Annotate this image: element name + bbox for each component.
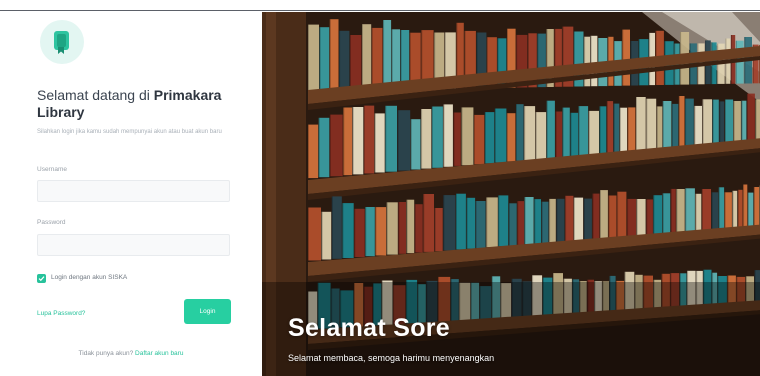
- siska-checkbox-label[interactable]: Login dengan akun SISKA: [51, 274, 127, 281]
- password-label: Password: [37, 219, 66, 226]
- welcome-prefix: Selamat datang di: [37, 87, 150, 103]
- forgot-password-link[interactable]: Lupa Password?: [37, 310, 85, 317]
- siska-checkbox[interactable]: [37, 274, 46, 283]
- username-label: Username: [37, 166, 67, 173]
- greeting-title: Selamat Sore: [288, 314, 451, 342]
- greeting-message: Selamat membaca, semoga harimu menyenang…: [288, 353, 495, 363]
- signup-prompt: Tidak punya akun?: [78, 350, 134, 357]
- welcome-heading: Selamat datang di Primakara Library: [37, 87, 247, 121]
- logo: [40, 20, 84, 64]
- checkmark-icon: [38, 276, 45, 282]
- book-logo-icon: [54, 31, 69, 54]
- username-input[interactable]: [37, 180, 230, 202]
- login-button[interactable]: Login: [184, 299, 231, 324]
- welcome-subtitle: Silahkan login jika kamu sudah mempunyai…: [37, 129, 222, 135]
- login-panel: Selamat datang di Primakara Library Sila…: [0, 12, 262, 376]
- signup-link[interactable]: Daftar akun baru: [135, 350, 183, 357]
- top-border: [0, 0, 760, 11]
- signup-row: Tidak punya akun? Daftar akun baru: [0, 350, 262, 357]
- library-image: Selamat Sore Selamat membaca, semoga har…: [262, 12, 760, 376]
- password-input[interactable]: [37, 234, 230, 256]
